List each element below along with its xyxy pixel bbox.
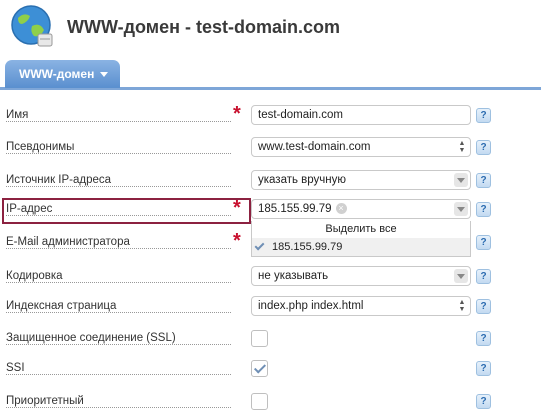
form-row-ssl: Защищенное соединение (SSL) ? <box>0 325 541 353</box>
form-row-priority: Приоритетный ? <box>0 388 541 416</box>
help-icon[interactable]: ? <box>476 361 491 376</box>
index-page-input[interactable]: index.php index.html ▲ ▼ <box>251 296 471 316</box>
globe-icon <box>11 5 53 47</box>
help-icon[interactable]: ? <box>476 299 491 314</box>
required-marker: * <box>233 230 241 252</box>
form-row-ip-source: Источник IP-адреса указать вручную ? <box>0 167 541 195</box>
ssi-checkbox[interactable] <box>251 360 268 377</box>
priority-checkbox[interactable] <box>251 393 268 410</box>
help-icon[interactable]: ? <box>476 202 491 217</box>
aliases-value: www.test-domain.com <box>258 141 371 153</box>
index-page-label: Индексная страница <box>6 300 119 312</box>
ssi-label: SSI <box>6 362 27 374</box>
chevron-down-icon <box>100 72 109 78</box>
tab-bar: WWW-домен <box>0 60 541 90</box>
name-input[interactable]: test-domain.com <box>251 105 471 125</box>
check-icon <box>254 240 265 251</box>
aliases-label: Псевдонимы <box>6 141 77 153</box>
ip-source-label: Источник IP-адреса <box>6 174 114 186</box>
name-label: Имя <box>6 109 31 121</box>
ip-source-select[interactable]: указать вручную <box>251 170 471 190</box>
select-all-option[interactable]: Выделить все <box>252 221 470 238</box>
priority-label: Приоритетный <box>6 395 86 407</box>
admin-email-label: E-Mail администратора <box>6 236 132 248</box>
chevron-down-icon <box>454 269 468 283</box>
charset-value: не указывать <box>258 270 329 282</box>
required-marker: * <box>233 103 241 125</box>
tab-www-domain[interactable]: WWW-домен <box>5 60 120 88</box>
help-icon[interactable]: ? <box>476 269 491 284</box>
ip-dropdown: Выделить все 185.155.99.79 <box>251 221 471 257</box>
page-title: WWW-домен - test-domain.com <box>67 17 340 37</box>
form-row-aliases: Псевдонимы www.test-domain.com ▲ ▼ ? <box>0 134 541 162</box>
ip-option-label: 185.155.99.79 <box>272 241 343 253</box>
remove-icon[interactable]: × <box>335 203 347 215</box>
charset-label: Кодировка <box>6 270 65 282</box>
index-page-value: index.php index.html <box>258 300 364 312</box>
aliases-input[interactable]: www.test-domain.com ▲ ▼ <box>251 137 471 157</box>
page-header: WWW-домен - test-domain.com <box>0 0 541 58</box>
resize-icon[interactable]: ▲ ▼ <box>458 299 466 313</box>
ip-tag: 185.155.99.79 <box>258 203 332 215</box>
ip-option[interactable]: 185.155.99.79 <box>252 238 470 256</box>
help-icon[interactable]: ? <box>476 235 491 250</box>
ssl-label: Защищенное соединение (SSL) <box>6 332 178 344</box>
help-icon[interactable]: ? <box>476 108 491 123</box>
form-row-ssi: SSI ? <box>0 355 541 383</box>
charset-select[interactable]: не указывать <box>251 266 471 286</box>
help-icon[interactable]: ? <box>476 394 491 409</box>
tab-label: WWW-домен <box>19 67 95 81</box>
ip-select[interactable]: 185.155.99.79 × <box>251 199 471 219</box>
help-icon[interactable]: ? <box>476 331 491 346</box>
chevron-down-icon <box>454 202 468 216</box>
ssl-checkbox[interactable] <box>251 330 268 347</box>
form-row-name: Имя * test-domain.com ? <box>0 102 541 130</box>
ip-label-highlight <box>2 198 251 224</box>
resize-icon[interactable]: ▲ ▼ <box>458 140 466 154</box>
help-icon[interactable]: ? <box>476 140 491 155</box>
ip-source-value: указать вручную <box>258 174 347 186</box>
chevron-down-icon <box>454 173 468 187</box>
form-row-charset: Кодировка не указывать ? <box>0 263 541 291</box>
help-icon[interactable]: ? <box>476 173 491 188</box>
form-row-index-page: Индексная страница index.php index.html … <box>0 293 541 321</box>
